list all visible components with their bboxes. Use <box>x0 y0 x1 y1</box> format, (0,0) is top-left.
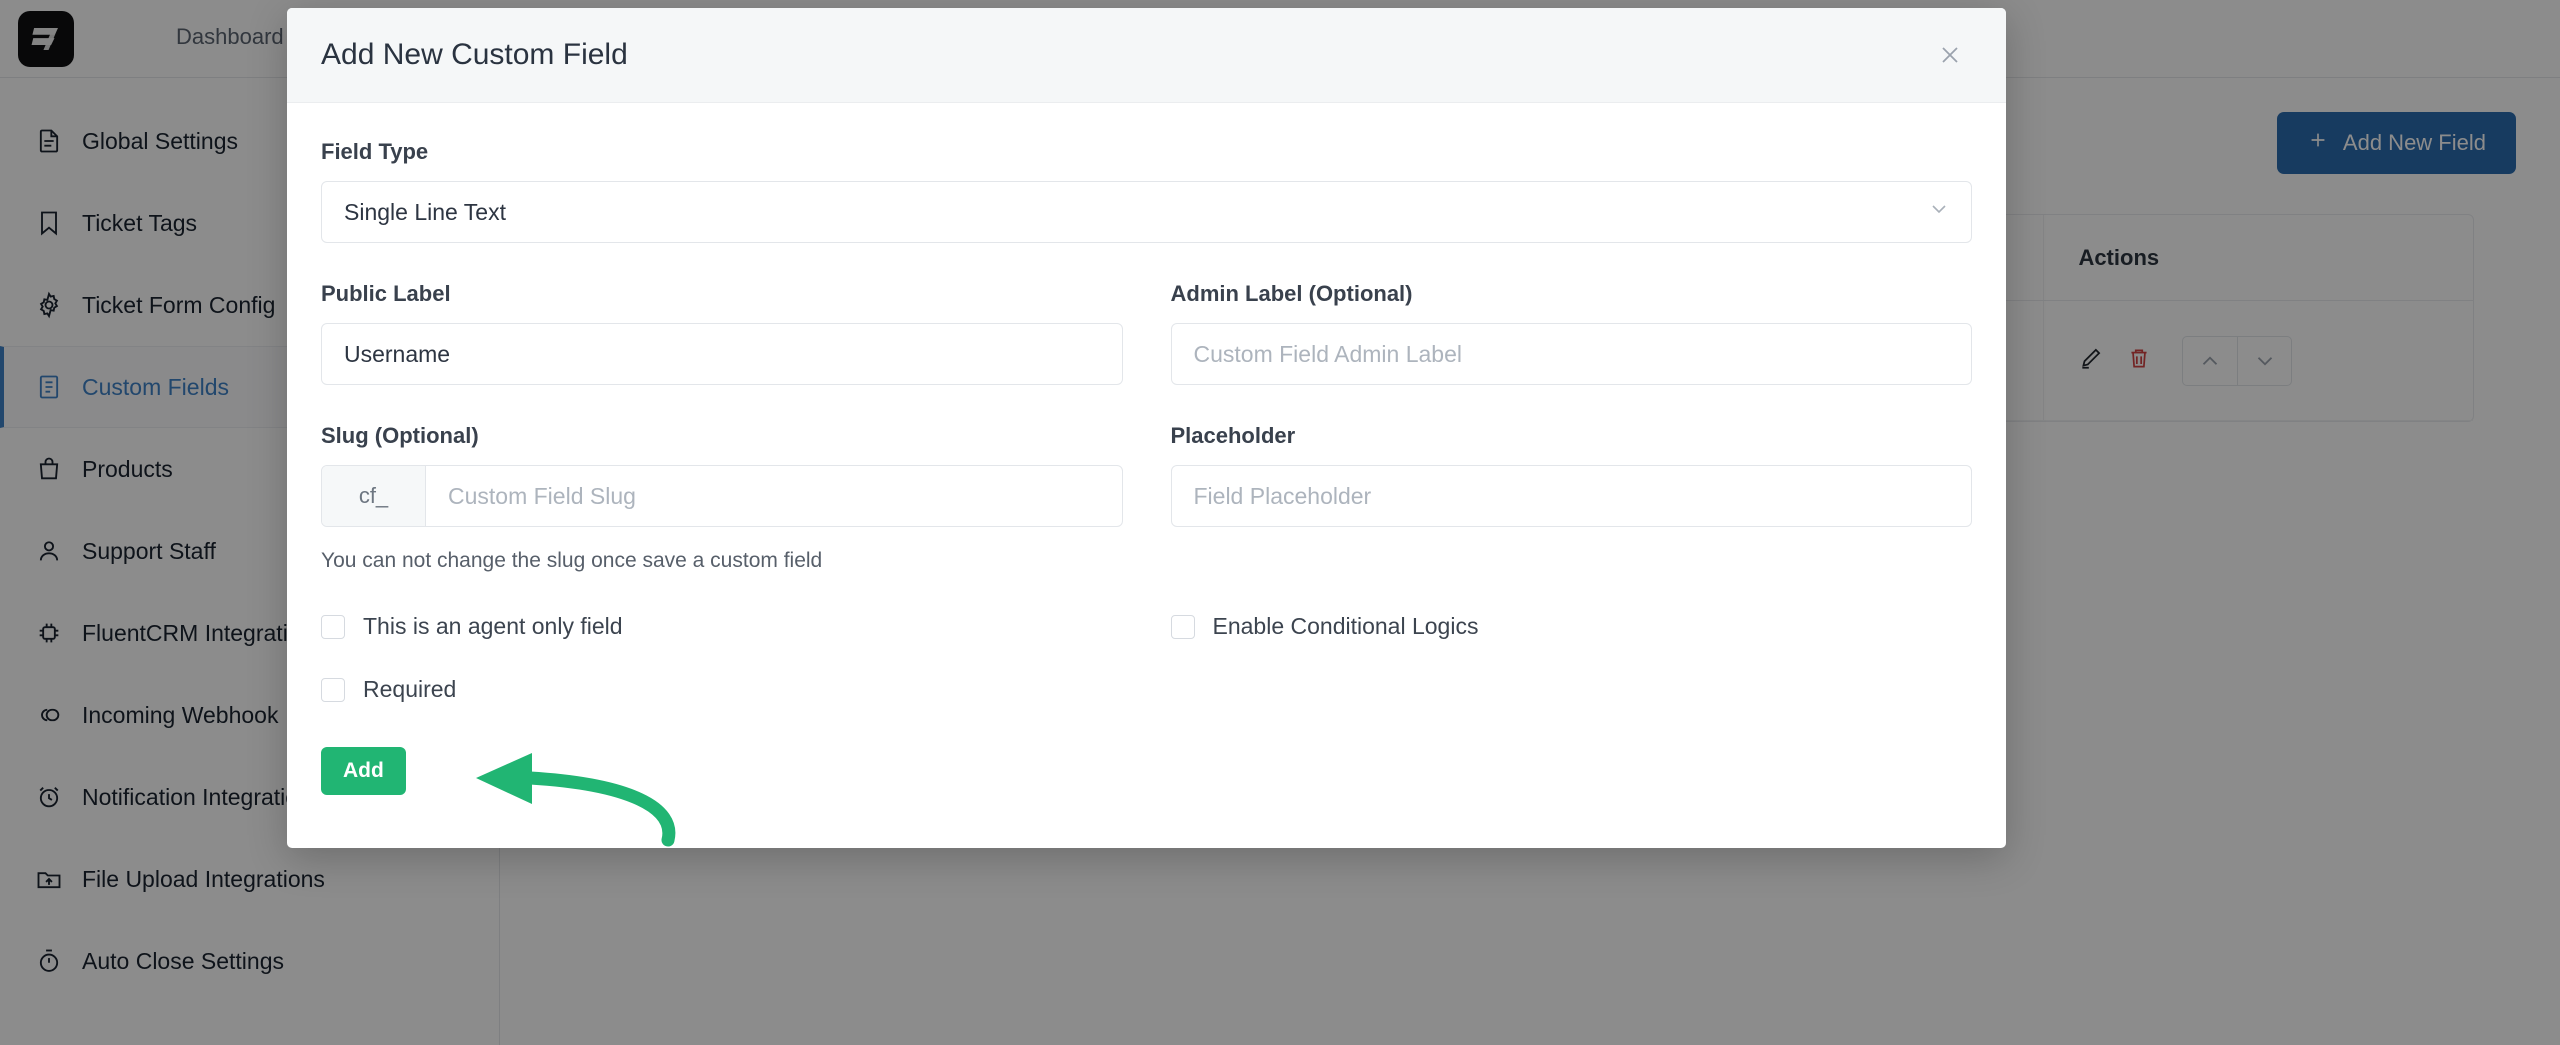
enable-conditional-logics-label: Enable Conditional Logics <box>1212 613 1479 639</box>
field-type-value: Single Line Text <box>344 198 506 225</box>
admin-label-input[interactable]: Custom Field Admin Label <box>1170 323 1972 385</box>
placeholder-label: Placeholder <box>1170 423 1296 448</box>
modal-title: Add New Custom Field <box>321 38 628 71</box>
admin-label-group: Admin Label (Optional) Custom Field Admi… <box>1170 281 1972 385</box>
screen-root: Dashboard Business Inboxes Workflows Glo… <box>0 0 2560 1045</box>
checkbox-box[interactable] <box>1170 614 1195 639</box>
add-button[interactable]: Add <box>321 747 406 795</box>
required-checkbox[interactable]: Required <box>321 676 1123 703</box>
slug-placeholder: Custom Field Slug <box>448 482 636 509</box>
required-label: Required <box>363 676 457 702</box>
agent-only-field-label: This is an agent only field <box>363 613 623 639</box>
enable-conditional-logics-checkbox[interactable]: Enable Conditional Logics <box>1170 613 1973 640</box>
public-label-label: Public Label <box>321 281 451 306</box>
placeholder-placeholder: Field Placeholder <box>1193 482 1372 509</box>
add-custom-field-modal: Add New Custom Field Field Type Single L… <box>287 8 2006 848</box>
modal-header: Add New Custom Field <box>287 8 2006 103</box>
chevron-down-icon <box>1927 197 1951 227</box>
admin-label-placeholder: Custom Field Admin Label <box>1193 340 1462 367</box>
checkbox-row-2: Required <box>321 676 1972 703</box>
admin-label-label: Admin Label (Optional) <box>1170 281 1413 306</box>
agent-only-field-checkbox[interactable]: This is an agent only field <box>321 613 1123 640</box>
slug-hint: You can not change the slug once save a … <box>321 549 823 572</box>
slug-group: Slug (Optional) cf_ Custom Field Slug Yo… <box>321 423 1123 573</box>
field-type-label: Field Type <box>321 139 429 164</box>
field-type-select[interactable]: Single Line Text <box>321 181 1972 243</box>
checkbox-box[interactable] <box>321 614 345 639</box>
public-label-value: Username <box>344 340 451 367</box>
field-type-group: Field Type Single Line Text <box>321 139 1972 243</box>
placeholder-input[interactable]: Field Placeholder <box>1170 465 1972 527</box>
slug-input-group[interactable]: cf_ Custom Field Slug <box>321 465 1123 527</box>
checkbox-row-1: This is an agent only field Enable Condi… <box>321 613 1972 640</box>
modal-body: Field Type Single Line Text Public Label… <box>287 103 2006 848</box>
slug-label: Slug (Optional) <box>321 423 479 448</box>
checkbox-box[interactable] <box>321 677 345 702</box>
close-icon[interactable] <box>1928 33 1972 77</box>
public-label-group: Public Label Username <box>321 281 1123 385</box>
placeholder-group: Placeholder Field Placeholder <box>1170 423 1972 573</box>
public-label-input[interactable]: Username <box>321 323 1123 385</box>
slug-prefix: cf_ <box>322 466 426 526</box>
label-row: Public Label Username Admin Label (Optio… <box>321 281 1972 385</box>
slug-row: Slug (Optional) cf_ Custom Field Slug Yo… <box>321 423 1972 573</box>
slug-input[interactable]: Custom Field Slug <box>426 466 1122 526</box>
checkbox-row-2-spacer <box>1171 676 1973 703</box>
